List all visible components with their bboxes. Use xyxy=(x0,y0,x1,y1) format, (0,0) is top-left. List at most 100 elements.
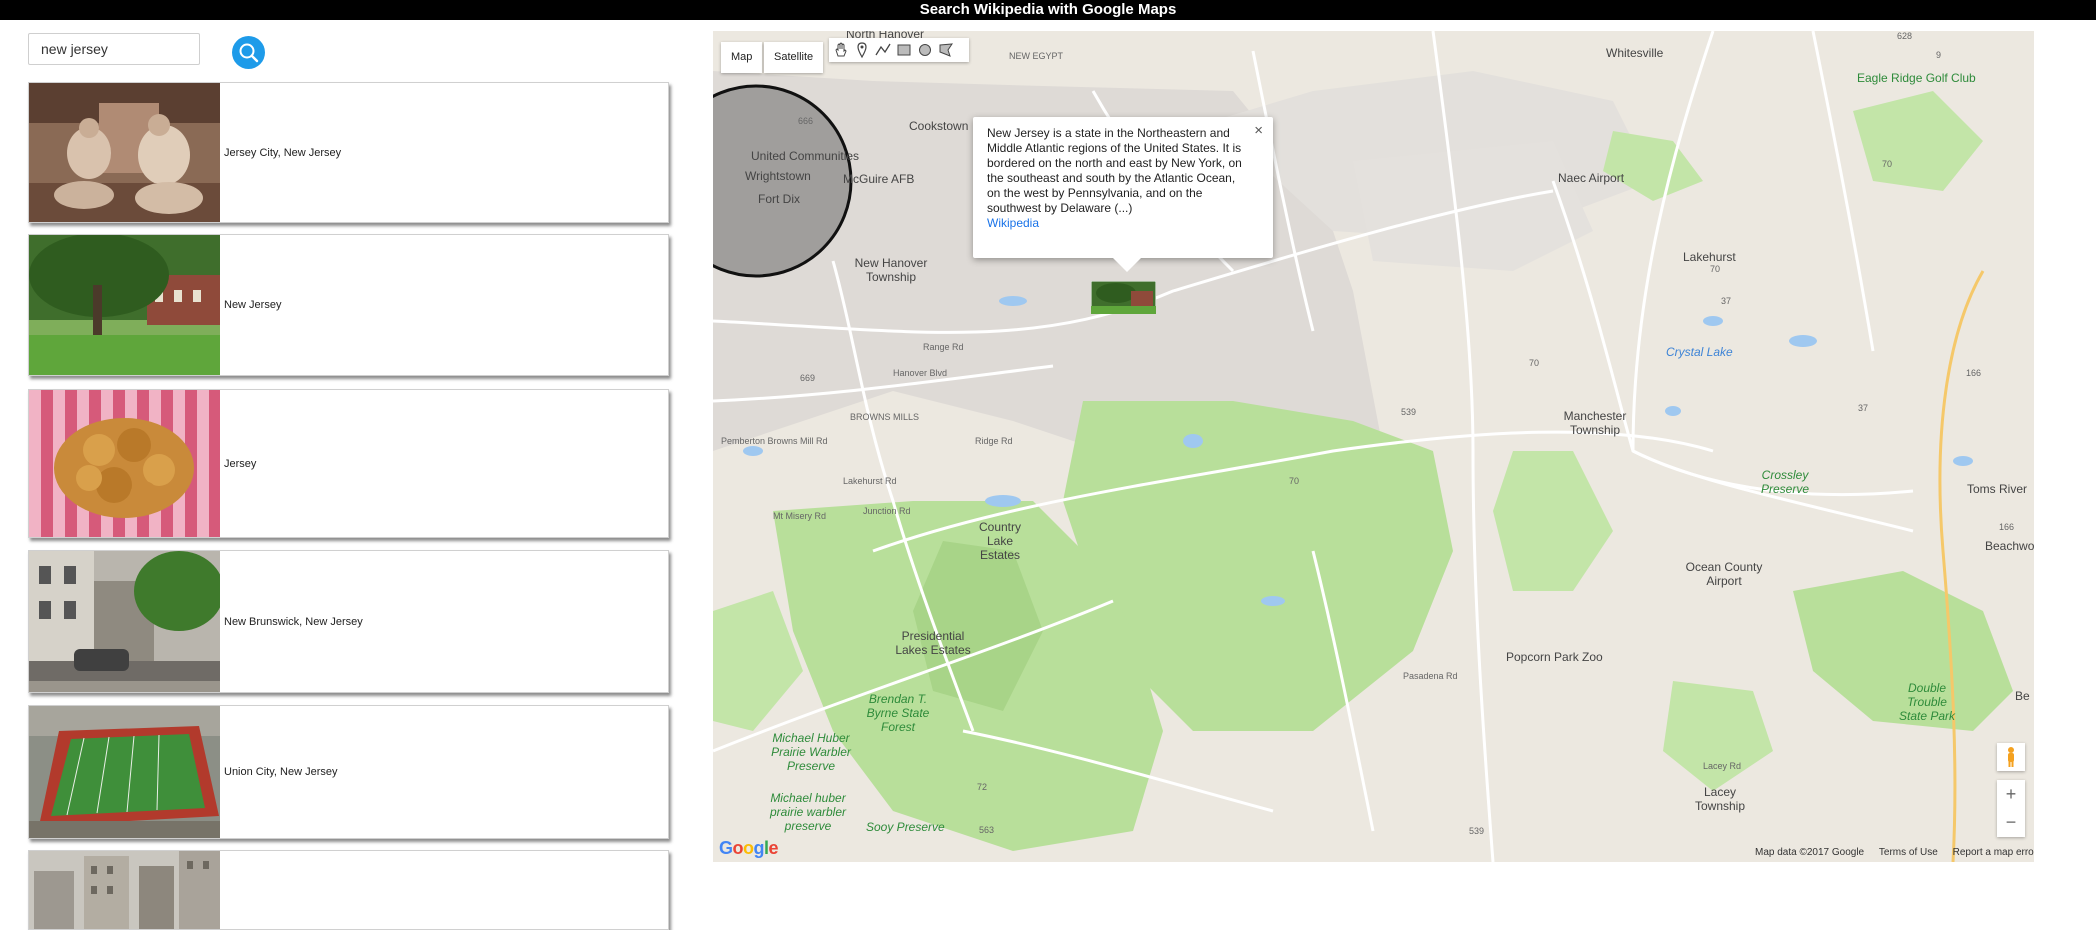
zoom-in-button[interactable]: + xyxy=(1997,780,2025,808)
result-card[interactable]: Jersey xyxy=(28,389,669,538)
report-error-link[interactable]: Report a map error xyxy=(1953,847,2034,858)
road-label: 37 xyxy=(1721,296,1732,306)
map-label: Ocean County Airport xyxy=(1685,560,1763,588)
road-label: 166 xyxy=(1999,522,2015,532)
road-label: 666 xyxy=(798,116,814,126)
result-label: New Jersey xyxy=(224,299,282,311)
road-label: 669 xyxy=(800,373,816,383)
map-label: Be xyxy=(2015,689,2030,703)
rectangle-icon[interactable] xyxy=(895,41,913,59)
result-label: Jersey City, New Jersey xyxy=(224,146,342,159)
road-label: Pemberton Browns Mill Rd xyxy=(721,436,828,446)
info-window-tail xyxy=(1113,258,1141,272)
road-label: 628 xyxy=(1897,31,1913,41)
map-label: Whitesville xyxy=(1606,46,1664,60)
result-thumbnail xyxy=(29,706,220,838)
result-card[interactable]: New Jersey xyxy=(28,234,669,376)
map-label: Eagle Ridge Golf Club xyxy=(1857,71,1976,85)
road-label: 70 xyxy=(1882,159,1893,169)
map-label: Naec Airport xyxy=(1558,171,1625,185)
result-thumbnail xyxy=(29,83,220,222)
result-thumbnail xyxy=(29,851,220,929)
pegman-icon xyxy=(2008,747,2014,767)
map-label: Manchester Township xyxy=(1563,409,1627,437)
map-label: United Communities xyxy=(751,149,860,163)
map-label: New Hanover Township xyxy=(854,256,928,284)
map-label: Michael Huber Prairie Warbler Preserve xyxy=(771,731,851,773)
road-label: Pasadena Rd xyxy=(1403,671,1458,681)
circle-icon[interactable] xyxy=(916,41,934,59)
road-label: 70 xyxy=(1710,264,1721,274)
map-label: Michael huber prairie warbler preserve xyxy=(769,791,847,833)
road-label: 563 xyxy=(979,825,995,835)
wikipedia-link[interactable]: Wikipedia xyxy=(987,216,1039,230)
road-label: 539 xyxy=(1469,826,1485,836)
search-button[interactable] xyxy=(232,36,265,69)
info-window: New Jersey is a state in the Northeaster… xyxy=(973,117,1273,272)
road-label: 72 xyxy=(977,782,988,792)
road-label: Range Rd xyxy=(923,342,964,352)
map-type-satellite-button[interactable]: Satellite xyxy=(764,42,824,73)
map-label: Sooy Preserve xyxy=(866,820,945,834)
road-label: Hanover Blvd xyxy=(893,368,948,378)
road-label: Lakehurst Rd xyxy=(843,476,897,486)
map-label: Lacey Township xyxy=(1694,785,1746,813)
road-label: Mt Misery Rd xyxy=(773,511,827,521)
map-type-map-button[interactable]: Map xyxy=(721,42,763,73)
map-label: Lakehurst xyxy=(1683,250,1736,264)
hand-icon[interactable] xyxy=(832,41,850,59)
road-label: 166 xyxy=(1966,368,1982,378)
map-label: Presidential Lakes Estates xyxy=(895,629,971,657)
road-label: 37 xyxy=(1858,403,1869,413)
road-label: Ridge Rd xyxy=(975,436,1013,446)
map-label: BROWNS MILLS xyxy=(850,412,920,422)
map-footer: Map data ©2017 Google Terms of Use Repor… xyxy=(1743,847,2034,861)
map-data-attribution: Map data ©2017 Google xyxy=(1755,847,1865,858)
map-label: Crystal Lake xyxy=(1666,345,1733,359)
map-label: NEW EGYPT xyxy=(1009,51,1064,61)
result-card[interactable]: Jersey City, New Jersey xyxy=(28,82,669,223)
map-label: Wrightstown xyxy=(745,169,811,183)
map-label: North Hanover xyxy=(846,31,925,41)
map-label: Fort Dix xyxy=(758,192,800,206)
app-title-bar: Search Wikipedia with Google Maps xyxy=(0,0,2096,20)
road-label: 70 xyxy=(1529,358,1540,368)
search-input[interactable] xyxy=(28,33,200,65)
map-label: Crossley Preserve xyxy=(1760,468,1810,496)
map-label: Beachwo xyxy=(1985,539,2034,553)
search-icon xyxy=(239,43,259,63)
zoom-out-button[interactable]: − xyxy=(1997,808,2025,836)
map-label: Cookstown xyxy=(909,119,969,133)
road-label: Lacey Rd xyxy=(1703,761,1742,771)
map-label: Popcorn Park Zoo xyxy=(1506,650,1603,664)
result-thumbnail xyxy=(29,235,220,375)
map-label: Brendan T. Byrne State Forest xyxy=(866,692,930,734)
map-canvas[interactable] xyxy=(713,31,2034,862)
map-label: Double Trouble State Park xyxy=(1898,681,1956,723)
map-label: Toms River xyxy=(1967,482,2028,496)
zoom-control: + − xyxy=(1997,780,2025,837)
result-label: Union City, New Jersey xyxy=(224,766,338,778)
info-window-text: New Jersey is a state in the Northeaster… xyxy=(987,126,1242,215)
map-label: Country Lake Estates xyxy=(978,520,1022,562)
result-card[interactable] xyxy=(28,850,669,930)
result-label: New Brunswick, New Jersey xyxy=(224,615,363,628)
road-label: 539 xyxy=(1401,407,1417,417)
google-logo: Google xyxy=(719,838,779,858)
polyline-icon[interactable] xyxy=(874,41,892,59)
road-label: 70 xyxy=(1289,476,1300,486)
polygon-icon[interactable] xyxy=(937,41,955,59)
road-label: Junction Rd xyxy=(863,506,911,516)
map-label: McGuire AFB xyxy=(843,172,915,186)
result-card[interactable]: New Brunswick, New Jersey xyxy=(28,550,669,693)
road-label: 9 xyxy=(1936,50,1942,60)
close-icon[interactable]: × xyxy=(1254,123,1263,138)
map-marker-thumbnail[interactable] xyxy=(1091,281,1156,314)
marker-icon[interactable] xyxy=(853,41,871,59)
result-card[interactable]: Union City, New Jersey xyxy=(28,705,669,839)
result-thumbnail xyxy=(29,551,220,692)
street-view-pegman[interactable] xyxy=(1997,743,2025,771)
google-map[interactable]: Map Satellite New Jersey is a state in t… xyxy=(713,31,2034,862)
terms-of-use-link[interactable]: Terms of Use xyxy=(1879,847,1938,858)
drawing-toolbar xyxy=(829,38,969,62)
